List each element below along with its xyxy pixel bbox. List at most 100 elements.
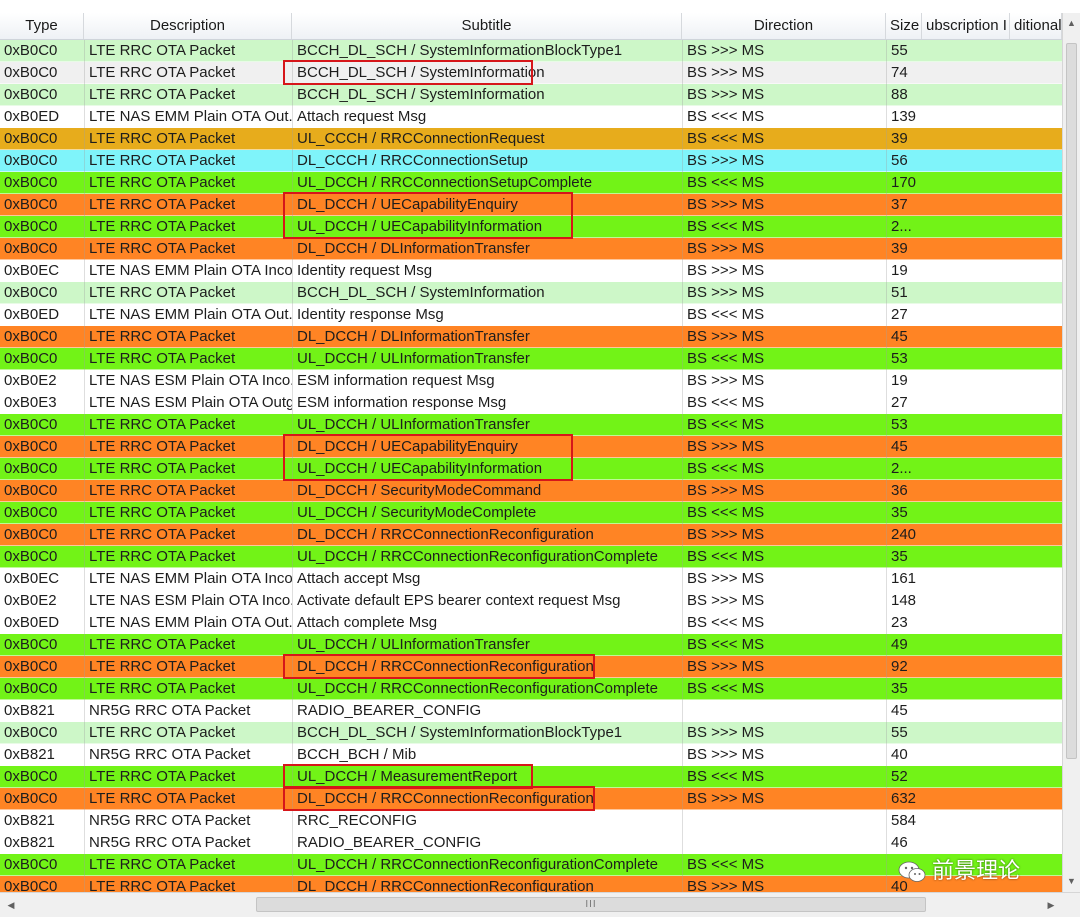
cell-subtitle: UL_DCCH / UECapabilityInformation [292,216,682,238]
table-row[interactable]: 0xB0C0 LTE RRC OTA Packet UL_DCCH / ULInfo… [0,634,1062,656]
cell-size: 39 [886,238,922,260]
column-header-direction[interactable]: Direction [682,13,886,39]
table-row[interactable]: 0xB0C0 LTE RRC OTA Packet DL_DCCH / Securi… [0,480,1062,502]
cell-type: 0xB0C0 [4,504,58,521]
table-row[interactable]: 0xB0EC LTE NAS EMM Plain OTA Inco... Attac… [0,568,1062,590]
cell-size: 139 [886,106,922,128]
cell-type: 0xB0C0 [4,482,58,499]
column-header-additional[interactable]: ditional [1010,13,1062,39]
cell-description: LTE RRC OTA Packet [84,678,292,700]
table-row[interactable]: 0xB0C0 LTE RRC OTA Packet DL_DCCH / RRCCon… [0,524,1062,546]
table-row[interactable]: 0xB0E3 LTE NAS ESM Plain OTA Outg... ESM i… [0,392,1062,414]
cell-subtitle: ESM information response Msg [292,392,682,414]
table-row[interactable]: 0xB0C0 LTE RRC OTA Packet BCCH_DL_SCH / Sy… [0,282,1062,304]
cell-size: 2... [886,458,922,480]
cell-type: 0xB0C0 [4,636,58,653]
cell-type: 0xB0C0 [4,218,58,235]
cell-size: 23 [886,612,922,634]
cell-direction: BS >>> MS [682,568,886,590]
cell-type: 0xB0C0 [4,548,58,565]
scroll-right-arrow-icon[interactable]: ▶ [1042,893,1060,917]
cell-direction: BS >>> MS [682,84,886,106]
cell-subtitle: UL_DCCH / ULInformationTransfer [292,348,682,370]
cell-direction: BS <<< MS [682,128,886,150]
scroll-left-arrow-icon[interactable]: ◀ [2,893,20,917]
table-row[interactable]: 0xB0C0 LTE RRC OTA Packet DL_DCCH / RRCCon… [0,656,1062,678]
cell-description: LTE RRC OTA Packet [84,766,292,788]
table-row[interactable]: 0xB0C0 LTE RRC OTA Packet UL_DCCH / RRCCon… [0,546,1062,568]
table-row[interactable]: 0xB821 NR5G RRC OTA Packet BCCH_BCH / Mib B… [0,744,1062,766]
cell-size: 170 [886,172,922,194]
scroll-up-arrow-icon[interactable]: ▲ [1063,15,1080,32]
table-row[interactable]: 0xB0C0 LTE RRC OTA Packet UL_DCCH / UECapa… [0,216,1062,238]
column-header-subtitle[interactable]: Subtitle [292,13,682,39]
cell-type: 0xB0EC [4,262,60,279]
table-row[interactable]: 0xB821 NR5G RRC OTA Packet RADIO_BEARER_CO… [0,700,1062,722]
cell-direction: BS <<< MS [682,546,886,568]
cell-type: 0xB0E2 [4,372,57,389]
table-row[interactable]: 0xB0C0 LTE RRC OTA Packet UL_DCCH / ULInfo… [0,414,1062,436]
table-row[interactable]: 0xB0C0 LTE RRC OTA Packet BCCH_DL_SCH / Sy… [0,62,1062,84]
cell-description: LTE RRC OTA Packet [84,656,292,678]
cell-size: 49 [886,634,922,656]
column-header-type[interactable]: Type [0,13,84,39]
cell-description: LTE RRC OTA Packet [84,326,292,348]
cell-size: 240 [886,524,922,546]
cell-subtitle: DL_DCCH / UECapabilityEnquiry [292,436,682,458]
scroll-down-arrow-icon[interactable]: ▼ [1063,873,1080,890]
cell-type: 0xB0C0 [4,438,58,455]
table-row[interactable]: 0xB0C0 LTE RRC OTA Packet DL_DCCH / UECapa… [0,194,1062,216]
table-row[interactable]: 0xB0EC LTE NAS EMM Plain OTA Inco... Ident… [0,260,1062,282]
horizontal-scrollbar[interactable]: ◀ III ▶ [0,892,1080,917]
cell-direction: BS <<< MS [682,392,886,414]
table-row[interactable]: 0xB0ED LTE NAS EMM Plain OTA Out... Identi… [0,304,1062,326]
cell-direction: BS <<< MS [682,172,886,194]
horizontal-scroll-thumb[interactable]: III [256,897,926,912]
cell-size: 55 [886,40,922,62]
table-row[interactable]: 0xB0C0 LTE RRC OTA Packet UL_DCCH / RRCCon… [0,172,1062,194]
table-row[interactable]: 0xB821 NR5G RRC OTA Packet RADIO_BEARER_CO… [0,832,1062,854]
cell-size: 632 [886,788,922,810]
table-row[interactable]: 0xB0C0 LTE RRC OTA Packet DL_DCCH / DLInfo… [0,238,1062,260]
cell-type: 0xB0C0 [4,284,58,301]
table-row[interactable]: 0xB0C0 LTE RRC OTA Packet BCCH_DL_SCH / Sy… [0,40,1062,62]
table-row[interactable]: 0xB0C0 LTE RRC OTA Packet UL_DCCH / UECapa… [0,458,1062,480]
table-row[interactable]: 0xB0C0 LTE RRC OTA Packet UL_DCCH / RRCCon… [0,678,1062,700]
table-row[interactable]: 0xB0C0 LTE RRC OTA Packet UL_CCCH / RRCCon… [0,128,1062,150]
table-row[interactable]: 0xB0C0 LTE RRC OTA Packet DL_CCCH / RRCCon… [0,150,1062,172]
cell-description: LTE NAS EMM Plain OTA Out... [84,106,292,128]
cell-description: LTE RRC OTA Packet [84,62,292,84]
table-row[interactable]: 0xB821 NR5G RRC OTA Packet RRC_RECONFIG 584 [0,810,1062,832]
cell-description: LTE RRC OTA Packet [84,436,292,458]
table-row[interactable]: 0xB0ED LTE NAS EMM Plain OTA Out... Attach… [0,612,1062,634]
cell-direction: BS <<< MS [682,678,886,700]
table-row[interactable]: 0xB0C0 LTE RRC OTA Packet DL_DCCH / RRCCon… [0,788,1062,810]
table-row[interactable]: 0xB0E2 LTE NAS ESM Plain OTA Inco... ESM i… [0,370,1062,392]
table-row[interactable]: 0xB0C0 LTE RRC OTA Packet BCCH_DL_SCH / Sy… [0,84,1062,106]
table-row[interactable]: 0xB0C0 LTE RRC OTA Packet BCCH_DL_SCH / Sy… [0,722,1062,744]
column-header-subscription[interactable]: ubscription I [922,13,1010,39]
cell-type: 0xB0C0 [4,416,58,433]
cell-description: LTE RRC OTA Packet [84,348,292,370]
table-row[interactable]: 0xB0C0 LTE RRC OTA Packet DL_DCCH / DLInfo… [0,326,1062,348]
cell-subtitle: RRC_RECONFIG [292,810,682,832]
cell-type: 0xB0ED [4,108,60,125]
table-row[interactable]: 0xB0C0 LTE RRC OTA Packet DL_DCCH / UECapa… [0,436,1062,458]
table-row[interactable]: 0xB0ED LTE NAS EMM Plain OTA Out... Attach… [0,106,1062,128]
column-header-size[interactable]: Size [886,13,922,39]
column-header-description[interactable]: Description [84,13,292,39]
vertical-scrollbar[interactable]: ▲ ▼ [1062,13,1080,892]
cell-type: 0xB0C0 [4,240,58,257]
cell-direction: BS <<< MS [682,766,886,788]
vertical-scroll-thumb[interactable] [1066,43,1077,759]
cell-size: 584 [886,810,922,832]
cell-type: 0xB821 [4,812,55,829]
table-row[interactable]: 0xB0C0 LTE RRC OTA Packet UL_DCCH / Securi… [0,502,1062,524]
cell-type: 0xB821 [4,702,55,719]
table-row[interactable]: 0xB0C0 LTE RRC OTA Packet UL_DCCH / ULInfo… [0,348,1062,370]
table-row[interactable]: 0xB0C0 LTE RRC OTA Packet UL_DCCH / Measur… [0,766,1062,788]
cell-type: 0xB0ED [4,306,60,323]
cell-direction: BS >>> MS [682,480,886,502]
table-row[interactable]: 0xB0E2 LTE NAS ESM Plain OTA Inco... Activ… [0,590,1062,612]
cell-description: LTE RRC OTA Packet [84,216,292,238]
